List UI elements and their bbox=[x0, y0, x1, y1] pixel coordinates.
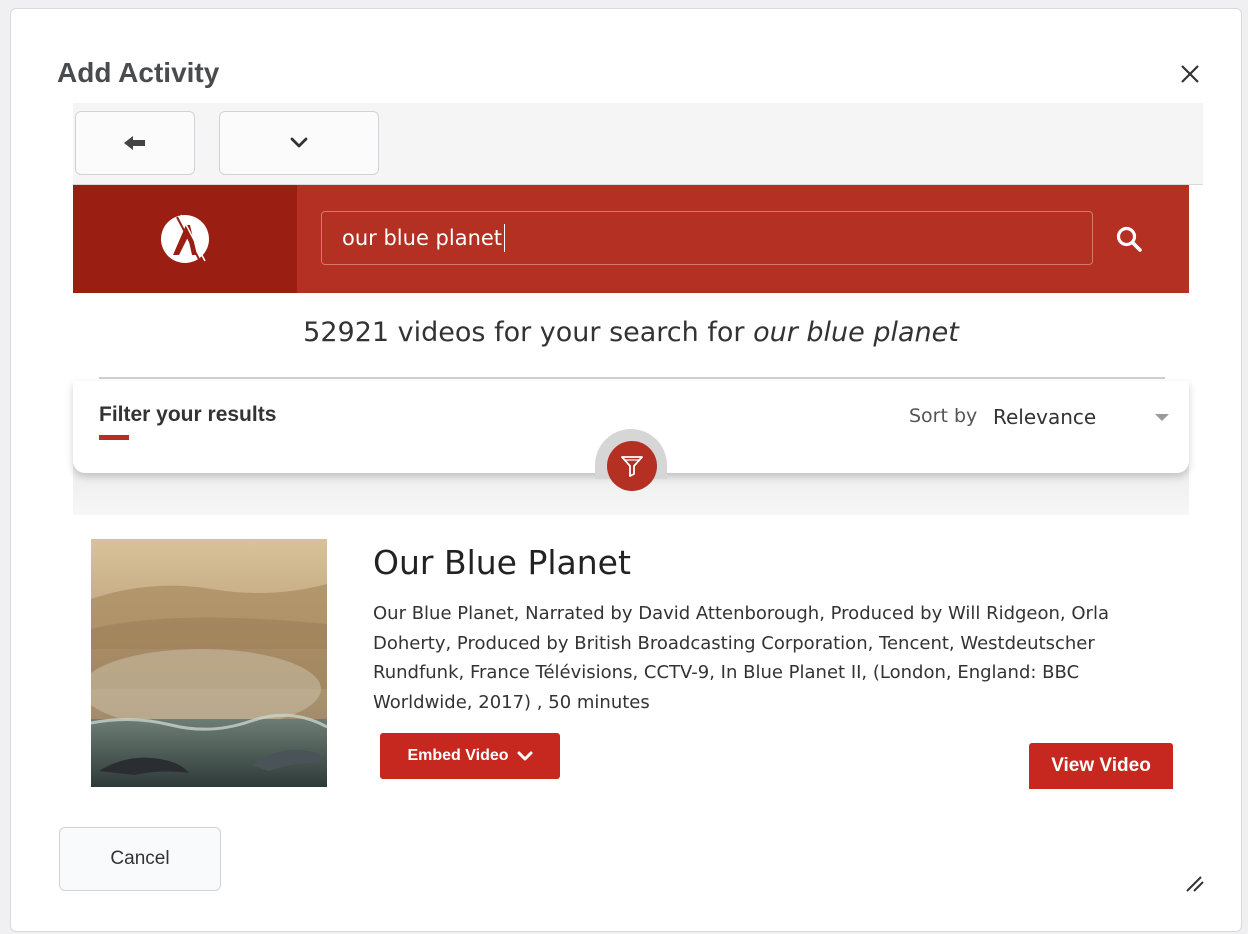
results-query: our blue planet bbox=[753, 317, 959, 348]
search-icon bbox=[1116, 226, 1142, 252]
result-description: Our Blue Planet, Narrated by David Atten… bbox=[373, 603, 1109, 713]
publisher-logo-icon[interactable] bbox=[157, 211, 213, 267]
filter-toggle-button[interactable] bbox=[607, 441, 657, 491]
close-icon bbox=[1181, 65, 1199, 83]
dialog-toolbar bbox=[73, 103, 1203, 185]
search-header: our blue planet bbox=[73, 185, 1189, 293]
filter-title[interactable]: Filter your results bbox=[99, 403, 276, 427]
chevron-down-icon bbox=[290, 137, 308, 148]
cancel-button[interactable]: Cancel bbox=[59, 827, 221, 891]
results-count-number: 52921 bbox=[303, 317, 390, 348]
search-button[interactable] bbox=[1109, 219, 1149, 259]
funnel-icon bbox=[621, 456, 643, 477]
logo-panel bbox=[73, 185, 297, 293]
sort-value: Relevance bbox=[993, 405, 1097, 429]
results-count: 52921 videos for your search for our blu… bbox=[73, 317, 1189, 348]
more-options-button[interactable] bbox=[219, 111, 379, 175]
video-thumbnail[interactable] bbox=[91, 539, 327, 787]
sort-label: Sort by bbox=[909, 405, 978, 427]
sort-select[interactable]: Relevance bbox=[993, 401, 1173, 433]
resize-handle[interactable] bbox=[1183, 871, 1205, 893]
add-activity-dialog: Add Activity our blue planet 52921 video… bbox=[10, 8, 1242, 932]
back-button[interactable] bbox=[75, 111, 195, 175]
result-title[interactable]: Our Blue Planet bbox=[373, 543, 631, 582]
embed-video-label: Embed Video bbox=[407, 747, 509, 764]
search-input[interactable]: our blue planet bbox=[321, 211, 1093, 265]
results-count-text: videos for your search for bbox=[397, 317, 745, 348]
dropdown-arrow-icon bbox=[1155, 413, 1169, 421]
view-video-button[interactable]: View Video bbox=[1029, 743, 1173, 789]
text-caret bbox=[504, 224, 506, 252]
arrow-left-icon bbox=[124, 136, 145, 150]
filter-underline bbox=[99, 435, 129, 440]
close-button[interactable] bbox=[1175, 59, 1205, 89]
search-input-value: our blue planet bbox=[342, 226, 503, 250]
results-divider bbox=[99, 377, 1165, 379]
dolphins-leaping-thumbnail bbox=[91, 539, 327, 787]
dialog-title: Add Activity bbox=[57, 57, 220, 88]
resize-grip-icon bbox=[1186, 876, 1204, 892]
chevron-down-icon bbox=[517, 751, 533, 761]
embed-video-button[interactable]: Embed Video bbox=[380, 733, 560, 779]
